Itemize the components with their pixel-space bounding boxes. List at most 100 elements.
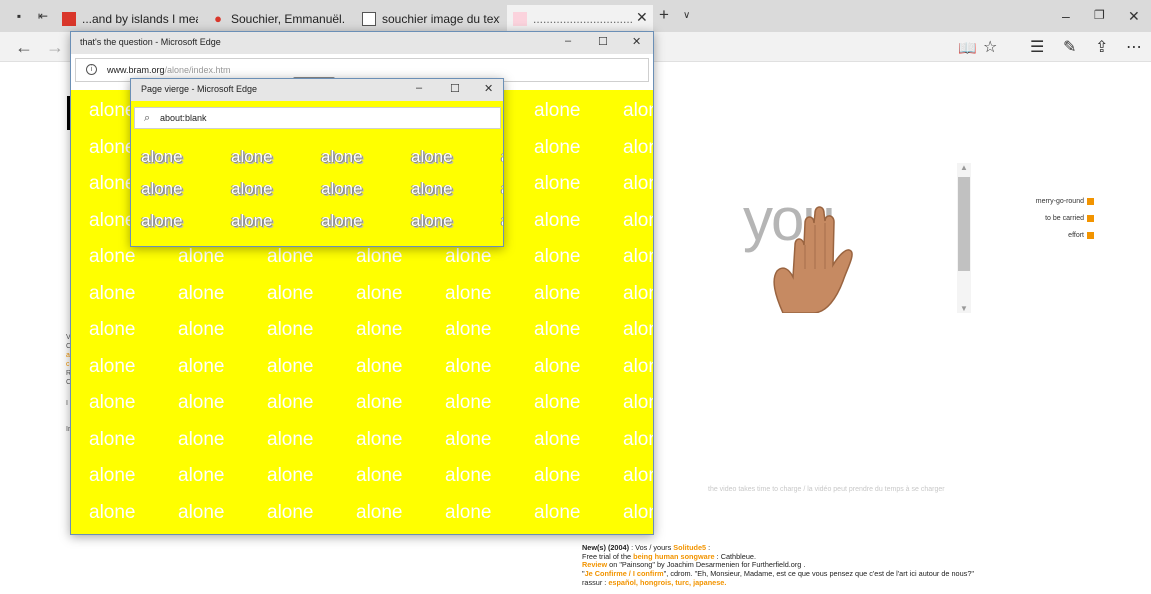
- minimize-icon[interactable]: –: [565, 35, 571, 47]
- scroll-up-icon[interactable]: ▲: [957, 163, 971, 172]
- menu-item-to-be-carried[interactable]: to be carried: [1036, 215, 1094, 232]
- menu-item-effort[interactable]: effort: [1036, 232, 1094, 249]
- set-aside-tabs-icon[interactable]: ⇤: [36, 9, 50, 23]
- ghost-alone-word: alone: [501, 147, 503, 167]
- pin-favicon-icon: ●: [214, 10, 222, 26]
- news-line: rassur : español, hongrois, turc, japane…: [582, 577, 974, 588]
- alone-word: alone: [89, 282, 136, 304]
- pdf-favicon-icon: [362, 11, 376, 26]
- menu-item-label: effort: [1068, 232, 1084, 239]
- alone-word: alone: [445, 246, 492, 267]
- news-text: ", cdrom. "Eh, Monsieur, Madame, est ce …: [663, 569, 974, 579]
- close-window-icon[interactable]: ✕: [632, 35, 641, 48]
- alone-word: alone: [178, 282, 225, 304]
- back-arrow-icon[interactable]: ←: [15, 37, 33, 58]
- tab-active[interactable]: ......................................: [507, 5, 653, 32]
- alone-word: alone: [356, 246, 403, 267]
- close-window-icon[interactable]: ✕: [1128, 8, 1140, 25]
- alone-word: alone: [356, 319, 403, 340]
- url-host: www.bram.org: [107, 65, 165, 75]
- alone-word: alone: [445, 355, 492, 377]
- video-panel[interactable]: you: [735, 163, 970, 313]
- maximize-icon[interactable]: ☐: [598, 35, 608, 48]
- menu-item-merry-go-round[interactable]: merry-go-round: [1036, 198, 1094, 215]
- popup-window-blank[interactable]: Page vierge - Microsoft Edge – ☐ ✕ ⌕ abo…: [130, 78, 504, 247]
- alone-word: alone: [356, 465, 403, 486]
- reading-view-icon[interactable]: 📖: [958, 39, 977, 57]
- alone-word: alone: [445, 428, 492, 450]
- more-dots-icon[interactable]: ⋯: [1126, 37, 1142, 57]
- tab-souchier[interactable]: ● Souchier, Emmanuël. 1998.: [205, 5, 355, 32]
- alone-word: alone: [267, 392, 314, 413]
- tab-souchier-pdf[interactable]: souchier image du texte.pdf: [356, 5, 506, 32]
- alone-word: alone: [178, 319, 225, 340]
- news-link[interactable]: Solitude5: [673, 543, 706, 552]
- side-menu: merry-go-round to be carried effort: [1036, 198, 1094, 249]
- new-tab-icon[interactable]: +: [659, 5, 669, 25]
- minimize-icon[interactable]: –: [1062, 8, 1070, 24]
- favorite-star-icon[interactable]: ☆: [983, 37, 997, 57]
- info-icon[interactable]: i: [86, 64, 97, 75]
- page-favicon-icon: [513, 11, 527, 26]
- alone-word: alone: [534, 319, 581, 340]
- ghost-alone-word: alone: [321, 211, 363, 230]
- alone-word: alone: [623, 136, 653, 158]
- tab-favicon-icon: [62, 11, 76, 26]
- ghost-alone-word: alone: [231, 147, 273, 166]
- tab-islands[interactable]: ...and by islands I mean para: [56, 5, 204, 32]
- alone-word: alone: [534, 282, 581, 304]
- scroll-down-icon[interactable]: ▼: [957, 304, 971, 313]
- alone-word: alone: [534, 246, 581, 267]
- alone-word: alone: [534, 428, 581, 450]
- maximize-icon[interactable]: ☐: [450, 82, 460, 95]
- window-titlebar[interactable]: Page vierge - Microsoft Edge – ☐ ✕: [131, 79, 503, 101]
- forward-arrow-icon[interactable]: →: [46, 37, 64, 58]
- minimize-icon[interactable]: –: [416, 82, 422, 94]
- news-link[interactable]: Review: [582, 560, 607, 570]
- hand-image: [773, 206, 853, 313]
- alone-word: alone: [623, 392, 653, 413]
- alone-word: alone: [89, 392, 136, 413]
- alone-word: alone: [178, 246, 225, 267]
- pen-icon[interactable]: ✎: [1063, 37, 1076, 57]
- close-window-icon[interactable]: ✕: [484, 82, 493, 95]
- tab-label: Souchier, Emmanuël. 1998.: [231, 11, 349, 26]
- address-bar[interactable]: ⌕ about:blank: [134, 107, 501, 129]
- news-link[interactable]: Je Confirme / I confirm: [585, 569, 664, 578]
- favorites-hub-icon[interactable]: ☰: [1030, 37, 1044, 57]
- video-note: the video takes time to charge / la vidé…: [708, 486, 945, 493]
- alone-word: alone: [267, 428, 314, 450]
- alone-word: alone: [89, 173, 136, 194]
- ghost-alone-word: alone: [231, 211, 273, 230]
- url-text: about:blank: [160, 113, 207, 123]
- news-link[interactable]: being human songware: [633, 552, 715, 561]
- alone-word: alone: [445, 319, 492, 340]
- alone-word: alone: [89, 428, 136, 450]
- ghost-alone-word: alone: [321, 147, 363, 166]
- alone-word: alone: [623, 209, 653, 231]
- alone-word: alone: [356, 355, 403, 377]
- window-titlebar[interactable]: that's the question - Microsoft Edge – ☐…: [71, 32, 653, 54]
- ghost-alone-word: alone: [321, 179, 363, 198]
- share-icon[interactable]: ⇪: [1095, 37, 1108, 57]
- tab-label: ...and by islands I mean para: [82, 11, 198, 26]
- alone-word: alone: [178, 355, 225, 377]
- alone-word: alone: [623, 355, 653, 377]
- close-tab-icon[interactable]: ✕: [636, 9, 648, 26]
- ghost-alone-word: alone: [141, 211, 183, 230]
- alone-word: alone: [89, 355, 136, 377]
- alone-word: alone: [267, 355, 314, 377]
- restore-icon[interactable]: ❐: [1094, 8, 1105, 22]
- news-link[interactable]: español, hongrois, turc, japanese.: [608, 578, 726, 587]
- chevron-down-icon[interactable]: ∨: [683, 10, 690, 21]
- news-text: rassur :: [582, 577, 609, 587]
- video-scrollbar[interactable]: ▲ ▼: [957, 163, 971, 313]
- scrollbar-thumb[interactable]: [958, 177, 970, 271]
- alone-word: alone: [445, 282, 492, 304]
- alone-word: alone: [623, 319, 653, 340]
- news-text: on "Painsong" by Joachim Desarmenien for…: [607, 560, 806, 570]
- orange-square-icon: [1087, 232, 1094, 239]
- tab-actions-icon[interactable]: ▪: [12, 9, 26, 23]
- left-fragment[interactable]: c: [66, 361, 70, 368]
- search-icon: ⌕: [144, 112, 151, 124]
